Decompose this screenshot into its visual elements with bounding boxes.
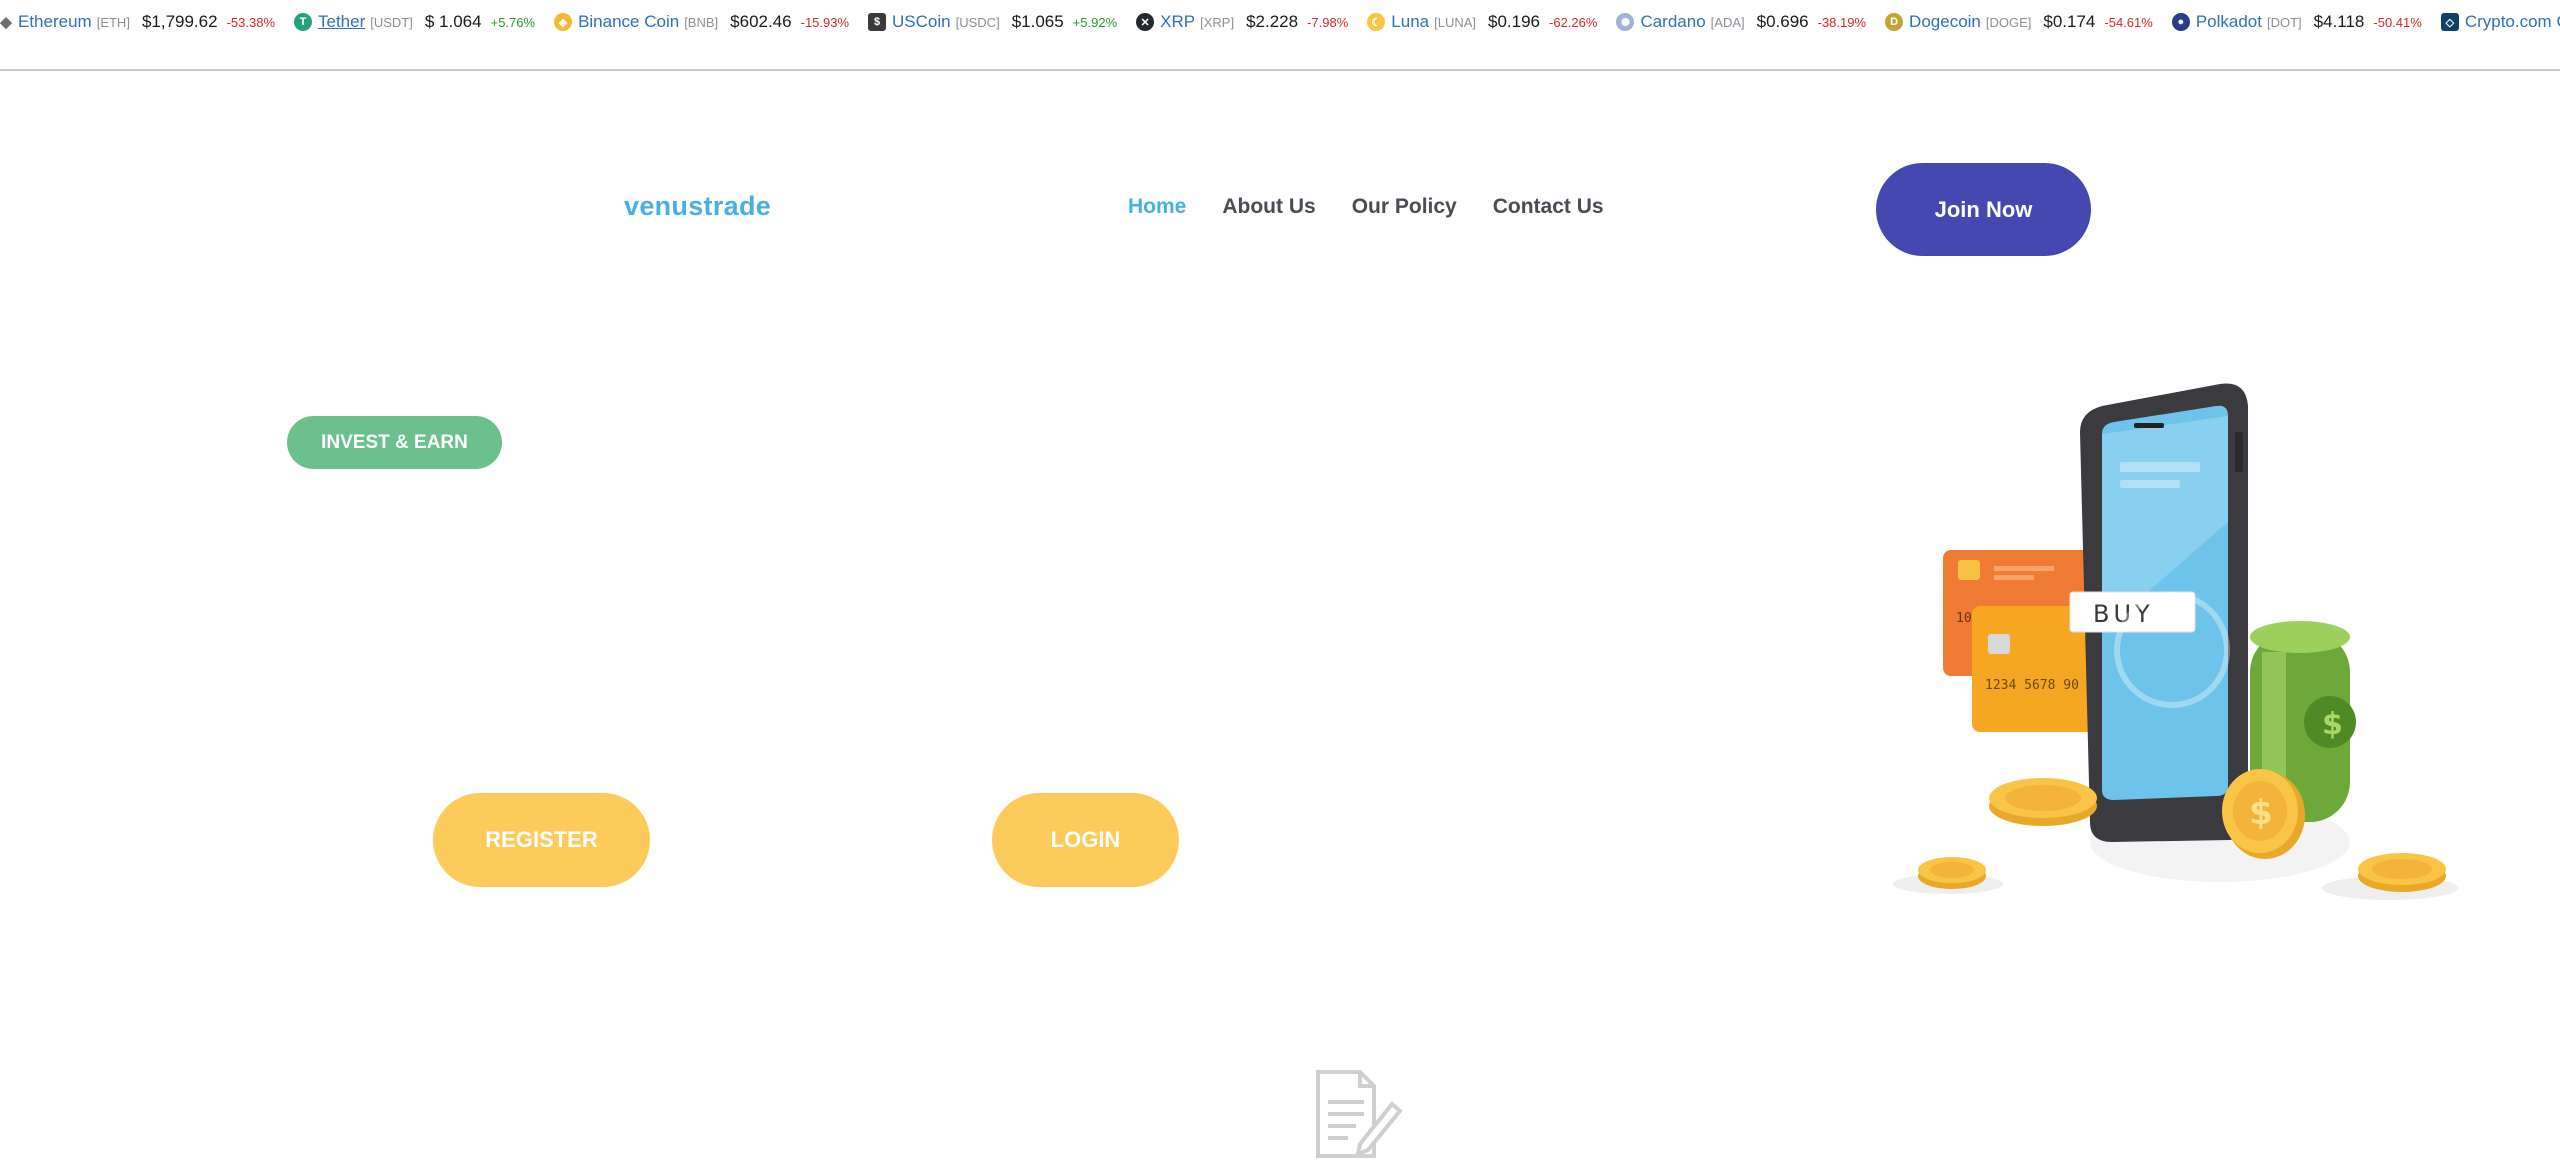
ticker-item[interactable]: ✕ XRP [XRP] $2.228 -7.98%	[1136, 11, 1348, 33]
coin	[1989, 778, 2097, 826]
ticker-item[interactable]: T Tether [USDT] $ 1.064 +5.76%	[294, 11, 535, 33]
cardano-icon: ✺	[1616, 13, 1635, 31]
ticker-coin-price: $0.696	[1756, 12, 1809, 31]
ticker-coin-price: $1,799.62	[141, 12, 218, 31]
ticker-coin-price: $2.228	[1246, 12, 1299, 31]
ticker-coin-name[interactable]: Luna	[1391, 12, 1429, 32]
nav-home[interactable]: Home	[1128, 195, 1186, 219]
nav-our-policy[interactable]: Our Policy	[1352, 195, 1457, 219]
ticker-coin-price: $ 1.064	[424, 12, 482, 31]
join-now-button[interactable]: Join Now	[1876, 163, 2091, 256]
ticker-coin-name[interactable]: Crypto.com Ch	[2465, 12, 2560, 32]
ticker-coin-change: +5.76%	[490, 14, 536, 30]
ticker-coin-symbol: [USDT]	[370, 14, 413, 30]
ticker-item[interactable]: ● Polkadot [DOT] $4.118 -50.41%	[2171, 11, 2422, 33]
ticker-coin-symbol: [ETH]	[96, 14, 130, 30]
ticker-coin-symbol: [DOGE]	[1985, 14, 2032, 30]
crypto-price-ticker: ◆ Ethereum [ETH] $1,799.62 -53.38% T Tether [US…	[0, 0, 2560, 44]
ethereum-icon: ◆	[0, 14, 12, 31]
document-edit-icon	[1316, 1070, 1403, 1158]
svg-text:$: $	[2249, 793, 2273, 833]
luna-icon: ☾	[1367, 13, 1386, 31]
ticker-coin-change: -53.38%	[226, 14, 275, 30]
ticker-coin-price: $0.174	[2043, 12, 2096, 31]
ticker-coin-symbol: [USDC]	[955, 14, 1000, 30]
ticker-coin-symbol: [XRP]	[1200, 14, 1235, 30]
invest-earn-badge: INVEST & EARN	[287, 416, 502, 469]
ticker-item[interactable]: ◈ Binance Coin [BNB] $602.46 -15.93%	[554, 11, 849, 33]
ticker-coin-name[interactable]: USCoin	[892, 12, 951, 32]
ticker-coin-symbol: [ADA]	[1710, 14, 1745, 30]
coin	[2358, 853, 2446, 892]
ticker-coin-name[interactable]: Tether	[318, 12, 365, 32]
coin	[1918, 857, 1986, 889]
ticker-item[interactable]: D Dogecoin [DOGE] $0.174 -54.61%	[1885, 11, 2153, 33]
ticker-coin-name[interactable]: Dogecoin	[1909, 12, 1981, 32]
site-logo[interactable]: venustrade	[624, 191, 771, 222]
register-button[interactable]: REGISTER	[433, 793, 650, 887]
ticker-coin-change: -38.19%	[1817, 14, 1867, 30]
nav-contact-us[interactable]: Contact Us	[1493, 195, 1604, 219]
svg-text:$: $	[2322, 707, 2343, 742]
ticker-item[interactable]: ☾ Luna [LUNA] $0.196 -62.26%	[1367, 11, 1597, 33]
ticker-coin-name[interactable]: Cardano	[1640, 12, 1705, 32]
ticker-coin-change: -62.26%	[1549, 14, 1598, 30]
binance-coin-icon: ◈	[554, 13, 573, 31]
ticker-item[interactable]: ◇ Crypto.com Ch	[2440, 11, 2560, 33]
ticker-coin-name[interactable]: Binance Coin	[578, 12, 679, 32]
ticker-item[interactable]: $ USCoin [USDC] $1.065 +5.92%	[868, 11, 1117, 33]
ticker-coin-price: $0.196	[1488, 12, 1541, 31]
dogecoin-icon: D	[1885, 13, 1904, 31]
polkadot-icon: ●	[2171, 13, 2190, 31]
tether-icon: T	[294, 13, 312, 31]
ticker-coin-name[interactable]: Polkadot	[2196, 12, 2262, 32]
ticker-track: ◆ Ethereum [ETH] $1,799.62 -53.38% T Tether [US…	[0, 11, 2560, 33]
ticker-item[interactable]: ◆ Ethereum [ETH] $1,799.62 -53.38%	[0, 11, 275, 33]
ticker-coin-symbol: [DOT]	[2266, 14, 2302, 30]
ticker-coin-symbol: [LUNA]	[1434, 14, 1477, 30]
ticker-coin-price: $1.065	[1011, 12, 1064, 31]
ticker-coin-change: -54.61%	[2104, 14, 2153, 30]
ticker-coin-price: $4.118	[2313, 12, 2365, 31]
ticker-coin-price: $602.46	[730, 12, 792, 31]
uscoin-icon: $	[868, 13, 887, 31]
xrp-icon: ✕	[1136, 13, 1155, 31]
ticker-coin-symbol: [BNB]	[684, 14, 719, 30]
ticker-item[interactable]: ✺ Cardano [ADA] $0.696 -38.19%	[1616, 11, 1866, 33]
crypto-com-icon: ◇	[2440, 13, 2459, 31]
ticker-coin-name[interactable]: Ethereum	[18, 12, 92, 32]
ticker-coin-name[interactable]: XRP	[1160, 12, 1195, 32]
ticker-coin-change: -50.41%	[2373, 14, 2422, 30]
hero-illustration: 1084 5612 98 1234 5678 90 $ BUY	[1893, 383, 2458, 900]
ticker-coin-change: -15.93%	[800, 14, 850, 30]
main-nav: Home About Us Our Policy Contact Us	[1128, 195, 1640, 219]
ticker-coin-change: +5.92%	[1072, 14, 1118, 30]
ticker-coin-change: -7.98%	[1307, 14, 1349, 30]
card-number-front: 1234 5678 90	[1985, 678, 2079, 693]
ticker-divider	[0, 69, 2560, 71]
login-button[interactable]: LOGIN	[992, 793, 1179, 887]
nav-about-us[interactable]: About Us	[1222, 195, 1315, 219]
